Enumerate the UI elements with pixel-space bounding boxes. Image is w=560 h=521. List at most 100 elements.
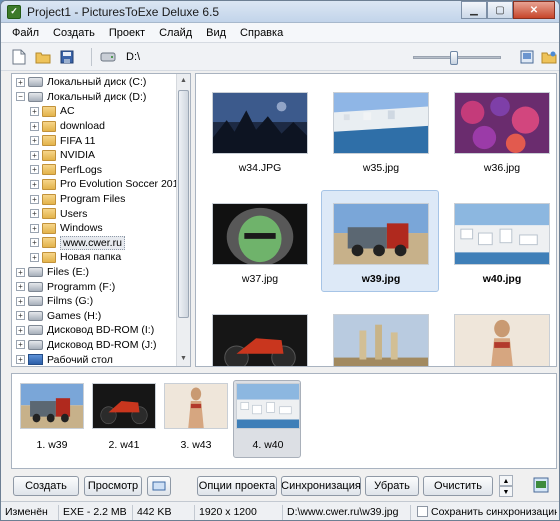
slide-item[interactable]: 3. w43: [161, 380, 229, 458]
expand-icon[interactable]: +: [30, 179, 39, 189]
tree-item[interactable]: + NVIDIA: [16, 148, 190, 163]
tree-item-label: Program Files: [60, 193, 126, 206]
thumbnail-item[interactable]: w35.jpg: [321, 79, 439, 181]
menu-file[interactable]: Файл: [5, 23, 46, 43]
tree-item[interactable]: + Новая папка: [16, 250, 190, 265]
menu-create[interactable]: Создать: [46, 23, 102, 43]
scroll-down-icon[interactable]: ▼: [177, 352, 190, 366]
tree-item[interactable]: + Рабочий стол: [16, 352, 190, 366]
tree-item[interactable]: + Дисковод BD-ROM (I:): [16, 323, 190, 338]
minimize-button[interactable]: ▁: [461, 1, 487, 19]
menu-help[interactable]: Справка: [233, 23, 290, 43]
folder-options-icon[interactable]: [541, 49, 557, 65]
slide-view-icon[interactable]: [533, 477, 549, 496]
status-exe-size: EXE - 2.2 MB: [59, 504, 133, 520]
tree-item[interactable]: + Programm (F:): [16, 279, 190, 294]
tree-item[interactable]: + www.cwer.ru: [16, 235, 190, 251]
window-title: Project1 - PicturesToExe Deluxe 6.5: [27, 4, 220, 19]
save-sync-checkbox[interactable]: [417, 506, 428, 518]
expand-icon[interactable]: +: [30, 238, 39, 248]
save-sync-option[interactable]: Сохранить синхронизацию: [411, 505, 557, 520]
tree-item[interactable]: + Files (E:): [16, 265, 190, 280]
tree-item[interactable]: − Локальный диск (D:): [16, 90, 190, 105]
tree-item[interactable]: + PerfLogs: [16, 163, 190, 178]
menu-slide[interactable]: Слайд: [152, 23, 199, 43]
tree-item[interactable]: + Games (H:): [16, 309, 190, 324]
fullscreen-preview-button[interactable]: [147, 476, 171, 496]
slide-item[interactable]: 4. w40: [233, 380, 301, 458]
thumbnail-item[interactable]: w34.JPG: [200, 79, 318, 181]
preview-button[interactable]: Просмотр: [84, 476, 142, 496]
expand-icon[interactable]: +: [30, 165, 39, 175]
thumbnail-view-icon[interactable]: [519, 49, 535, 65]
expand-icon[interactable]: +: [16, 311, 25, 321]
scroll-up-icon[interactable]: ▲: [177, 74, 190, 88]
remove-button[interactable]: Убрать: [365, 476, 419, 496]
create-button[interactable]: Создать: [13, 476, 79, 496]
save-disk-icon[interactable]: [59, 49, 75, 65]
slide-order-spinner[interactable]: ▲ ▼: [499, 475, 513, 497]
maximize-button[interactable]: ▢: [487, 1, 513, 19]
thumbnail-item[interactable]: w37.jpg: [200, 190, 318, 292]
thumbnail-image: [333, 203, 429, 265]
sync-button[interactable]: Синхронизация: [281, 476, 361, 496]
tree-item[interactable]: + Program Files: [16, 192, 190, 207]
expand-icon[interactable]: +: [16, 282, 25, 292]
tree-item[interactable]: + Локальный диск (C:): [16, 75, 190, 90]
status-file-size: 442 KB: [133, 504, 195, 520]
thumbnail-item[interactable]: w39.jpg: [321, 190, 439, 292]
clear-button[interactable]: Очистить: [423, 476, 493, 496]
tree-item[interactable]: + Pro Evolution Soccer 2011: [16, 177, 190, 192]
thumbnail-item[interactable]: w40.jpg: [442, 190, 556, 292]
collapse-icon[interactable]: −: [16, 92, 25, 102]
expand-icon[interactable]: +: [30, 121, 39, 131]
tree-item[interactable]: + download: [16, 119, 190, 134]
expand-icon[interactable]: +: [30, 150, 39, 160]
menu-view[interactable]: Вид: [199, 23, 233, 43]
menu-project[interactable]: Проект: [102, 23, 152, 43]
thumbnail-item[interactable]: [442, 301, 556, 366]
new-file-icon[interactable]: [11, 49, 27, 65]
tree-item[interactable]: + FIFA 11: [16, 133, 190, 148]
folder-icon: [42, 178, 56, 190]
tree-item[interactable]: + Дисковод BD-ROM (J:): [16, 338, 190, 353]
scroll-thumb[interactable]: [178, 90, 189, 318]
expand-icon[interactable]: +: [16, 267, 25, 277]
tree-scrollbar[interactable]: ▲ ▼: [176, 74, 190, 366]
thumbnail-item[interactable]: w36.jpg: [442, 79, 556, 181]
app-window: ✓ Project1 - PicturesToExe Deluxe 6.5 ▁ …: [0, 0, 560, 521]
expand-icon[interactable]: +: [16, 296, 25, 306]
status-path: D:\www.cwer.ru\w39.jpg: [283, 504, 411, 520]
slide-list[interactable]: 1. w39 2. w41 3. w43 4. w40: [11, 373, 557, 469]
tree-item[interactable]: + AC: [16, 104, 190, 119]
expand-icon[interactable]: +: [16, 325, 25, 335]
thumbnail-image: [454, 203, 550, 265]
expand-icon[interactable]: +: [30, 223, 39, 233]
expand-icon[interactable]: +: [16, 77, 25, 87]
slider-thumb[interactable]: [450, 51, 458, 65]
slide-item[interactable]: 2. w41: [89, 380, 157, 458]
expand-icon[interactable]: +: [30, 106, 39, 116]
expand-icon[interactable]: +: [30, 136, 39, 146]
open-folder-icon[interactable]: [35, 49, 51, 65]
expand-icon[interactable]: +: [16, 355, 25, 365]
expand-icon[interactable]: +: [16, 340, 25, 350]
close-button[interactable]: ✕: [513, 1, 555, 19]
tree-item[interactable]: + Users: [16, 206, 190, 221]
expand-icon[interactable]: +: [30, 209, 39, 219]
thumbnail-grid[interactable]: w34.JPG w35.jpg w36.jpg w37.jpg w39.jpg w40.j…: [195, 73, 557, 367]
slide-label: 3. w43: [180, 439, 212, 451]
drive-icon: [28, 281, 43, 292]
tree-item[interactable]: + Windows: [16, 221, 190, 236]
folder-tree[interactable]: + Локальный диск (C:) − Локальный диск (D:)…: [11, 73, 191, 367]
move-down-icon[interactable]: ▼: [499, 486, 513, 497]
project-options-button[interactable]: Опции проекта: [197, 476, 277, 496]
thumbnail-size-slider[interactable]: [413, 51, 501, 65]
expand-icon[interactable]: +: [30, 194, 39, 204]
move-up-icon[interactable]: ▲: [499, 475, 513, 486]
thumbnail-item[interactable]: [200, 301, 318, 366]
tree-item[interactable]: + Films (G:): [16, 294, 190, 309]
slide-item[interactable]: 1. w39: [17, 380, 85, 458]
expand-icon[interactable]: +: [30, 252, 39, 262]
thumbnail-item[interactable]: [321, 301, 439, 366]
